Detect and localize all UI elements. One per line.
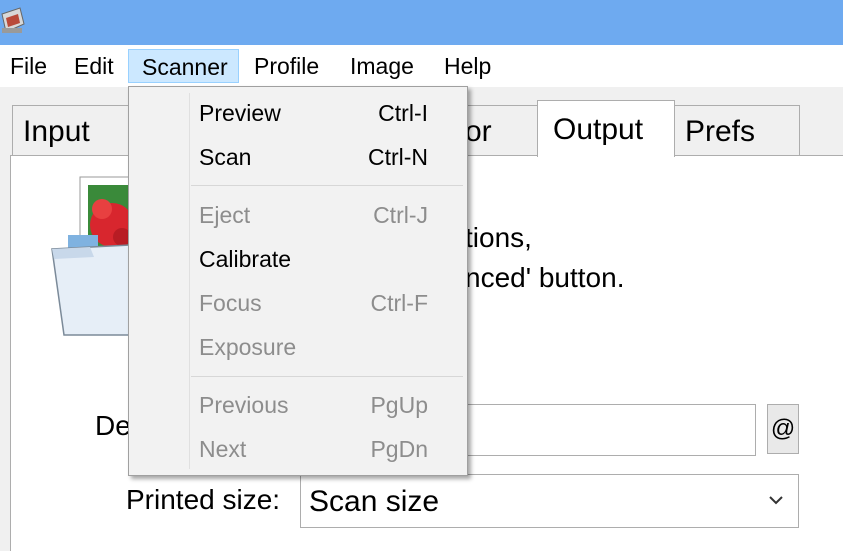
menu-item-focus[interactable]: Focus Ctrl-F [130, 284, 466, 324]
menu-item-label: Eject [199, 202, 251, 228]
menu-help[interactable]: Help [444, 49, 491, 83]
folder-photo-icon [51, 176, 140, 336]
menu-item-eject[interactable]: Eject Ctrl-J [130, 196, 466, 236]
menu-item-shortcut: Ctrl-N [367, 144, 428, 170]
tab-output[interactable]: Output [537, 100, 675, 157]
tab-prefs-label: Prefs [685, 115, 756, 148]
menu-profile[interactable]: Profile [254, 49, 319, 83]
menu-item-label: Calibrate [199, 246, 292, 272]
menu-image[interactable]: Image [350, 49, 414, 83]
menu-item-shortcut: Ctrl-I [378, 100, 428, 126]
menu-item-label: Next [199, 436, 247, 462]
menu-item-previous[interactable]: Previous PgUp [130, 386, 466, 426]
tab-prefs[interactable]: Prefs [674, 105, 800, 155]
scanner-menu: Preview Ctrl-I Scan Ctrl-N Eject Ctrl-J … [128, 86, 468, 476]
menu-item-next[interactable]: Next PgDn [130, 430, 466, 470]
menu-bar: File Edit Scanner Profile Image Help [0, 45, 843, 87]
app-icon [1, 7, 25, 33]
menu-item-scan[interactable]: Scan Ctrl-N [130, 138, 466, 178]
menu-item-label: Scan [199, 144, 252, 170]
menu-item-shortcut: PgDn [370, 436, 428, 462]
menu-edit[interactable]: Edit [74, 49, 114, 83]
tab-input-label: Input [23, 115, 90, 148]
menu-item-label: Focus [199, 290, 262, 316]
printed-size-value: Scan size [309, 485, 440, 518]
chevron-down-icon [769, 496, 783, 505]
menu-scanner[interactable]: Scanner [128, 49, 239, 83]
description-line-2: nced' button. [465, 262, 625, 293]
title-bar [0, 0, 843, 45]
tab-output-label: Output [553, 113, 644, 146]
menu-separator [191, 185, 463, 186]
text-field[interactable] [460, 404, 756, 456]
tab-input[interactable]: Input [12, 105, 132, 155]
menu-file[interactable]: File [10, 49, 47, 83]
menu-item-preview[interactable]: Preview Ctrl-I [130, 94, 466, 134]
printed-size-select[interactable]: Scan size [300, 474, 799, 528]
menu-item-shortcut: Ctrl-J [373, 202, 428, 228]
menu-item-label: Previous [199, 392, 289, 418]
printed-size-label: Printed size: [126, 484, 281, 515]
menu-separator [191, 376, 463, 377]
tab-color-label: or [465, 115, 492, 148]
at-button[interactable]: @ [767, 404, 799, 454]
menu-item-shortcut: PgUp [370, 392, 428, 418]
menu-item-label: Preview [199, 100, 281, 126]
menu-item-calibrate[interactable]: Calibrate [130, 240, 466, 280]
description-line-1: tions, [465, 222, 532, 253]
field-label: De [95, 410, 131, 441]
menu-item-label: Exposure [199, 334, 297, 360]
menu-item-shortcut: Ctrl-F [370, 290, 428, 316]
menu-item-exposure[interactable]: Exposure [130, 328, 466, 368]
